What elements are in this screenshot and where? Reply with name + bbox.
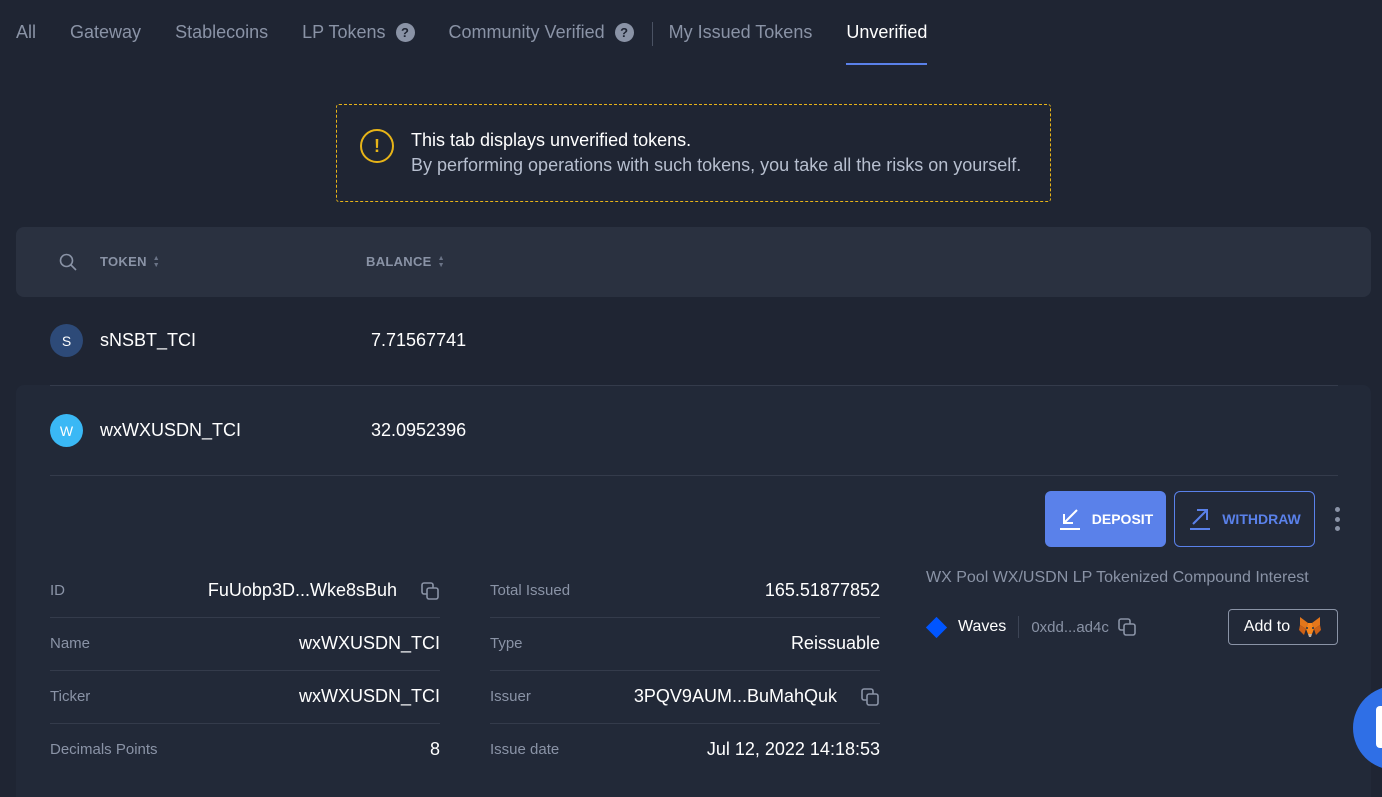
deposit-button[interactable]: DEPOSIT bbox=[1045, 491, 1166, 547]
exclamation-circle-icon: ! bbox=[360, 129, 394, 163]
tab-gateway[interactable]: Gateway bbox=[70, 0, 141, 66]
tab-divider bbox=[651, 22, 653, 46]
token-balance: 7.71567741 bbox=[371, 330, 467, 350]
network-info: Waves 0xdd...ad4c bbox=[925, 616, 1137, 638]
token-name: wxWXUSDN_TCI bbox=[100, 420, 242, 440]
copy-icon[interactable] bbox=[1117, 617, 1137, 637]
tab-stablecoins[interactable]: Stablecoins bbox=[175, 0, 268, 66]
warning-message: By performing operations with such token… bbox=[411, 155, 1022, 175]
copy-icon[interactable] bbox=[420, 581, 440, 601]
avatar: W bbox=[50, 414, 83, 447]
detail-row-total-issued: Total Issued 165.51877852 bbox=[490, 565, 880, 618]
search-icon[interactable] bbox=[59, 253, 77, 271]
detail-row-ticker: Ticker wxWXUSDN_TCI bbox=[50, 671, 440, 724]
tab-all[interactable]: All bbox=[16, 0, 36, 66]
detail-row-id: ID FuUobp3D...Wke8sBuh bbox=[50, 565, 440, 618]
issuer-address: 3PQV9AUM...BuMahQuk bbox=[633, 686, 837, 706]
sort-icon: ▲ ▼ bbox=[437, 254, 445, 269]
divider bbox=[1018, 616, 1020, 638]
table-row[interactable]: W wxWXUSDN_TCI 32.0952396 bbox=[50, 385, 1338, 475]
token-ticker: wxWXUSDN_TCI bbox=[298, 686, 440, 706]
detail-row-name: Name wxWXUSDN_TCI bbox=[50, 618, 440, 671]
detail-row-decimals: Decimals Points 8 bbox=[50, 739, 440, 759]
type-value: Reissuable bbox=[790, 633, 880, 653]
token-description: WX Pool WX/USDN LP Tokenized Compound In… bbox=[926, 569, 1309, 586]
tab-lp-tokens[interactable]: LP Tokens? bbox=[302, 0, 415, 66]
avatar: S bbox=[50, 324, 83, 357]
column-token[interactable]: TOKEN ▲ ▼ bbox=[100, 254, 160, 269]
withdraw-button[interactable]: WITHDRAW bbox=[1174, 491, 1315, 547]
arrow-down-left-icon bbox=[1058, 507, 1082, 531]
token-decimals: 8 bbox=[429, 739, 440, 759]
metamask-fox-icon bbox=[1298, 616, 1322, 638]
sort-icon: ▲ ▼ bbox=[152, 254, 160, 269]
token-balance: 32.0952396 bbox=[371, 420, 467, 440]
total-issued-value: 165.51877852 bbox=[764, 580, 880, 600]
divider bbox=[50, 475, 1338, 476]
token-details-left: ID FuUobp3D...Wke8sBuh Name wxWXUSDN_TCI… bbox=[50, 565, 440, 777]
table-header: TOKEN ▲ ▼ BALANCE ▲ ▼ bbox=[16, 227, 1371, 297]
more-options-icon[interactable] bbox=[1328, 504, 1346, 534]
detail-row-issue-date: Issue date Jul 12, 2022 14:18:53 bbox=[490, 739, 880, 759]
add-to-metamask-button[interactable]: Add to bbox=[1228, 609, 1338, 645]
waves-icon bbox=[925, 616, 948, 638]
issue-date-value: Jul 12, 2022 14:18:53 bbox=[706, 739, 880, 759]
help-icon[interactable]: ? bbox=[614, 22, 634, 42]
copy-icon[interactable] bbox=[860, 687, 880, 707]
detail-row-type: Type Reissuable bbox=[490, 618, 880, 671]
network-name: Waves bbox=[958, 618, 1007, 635]
token-id: FuUobp3D...Wke8sBuh bbox=[207, 580, 397, 600]
table-row[interactable]: S sNSBT_TCI 7.71567741 bbox=[50, 297, 1338, 387]
column-balance[interactable]: BALANCE ▲ ▼ bbox=[366, 254, 445, 269]
token-full-name: wxWXUSDN_TCI bbox=[298, 633, 440, 653]
arrow-up-right-icon bbox=[1188, 507, 1212, 531]
unverified-warning: ! This tab displays unverified tokens. B… bbox=[336, 104, 1051, 202]
token-tabs: All Gateway Stablecoins LP Tokens? Commu… bbox=[16, 0, 961, 66]
detail-row-issuer: Issuer 3PQV9AUM...BuMahQuk bbox=[490, 671, 880, 724]
contract-address: 0xdd...ad4c bbox=[1031, 618, 1109, 636]
tab-my-issued-tokens[interactable]: My Issued Tokens bbox=[669, 0, 813, 66]
token-name: sNSBT_TCI bbox=[100, 330, 197, 350]
warning-title: This tab displays unverified tokens. bbox=[411, 130, 692, 150]
tab-community-verified[interactable]: Community Verified? bbox=[449, 0, 634, 66]
tab-unverified[interactable]: Unverified bbox=[846, 0, 928, 66]
help-icon[interactable]: ? bbox=[395, 22, 415, 42]
token-details-right: Total Issued 165.51877852 Type Reissuabl… bbox=[490, 565, 880, 777]
